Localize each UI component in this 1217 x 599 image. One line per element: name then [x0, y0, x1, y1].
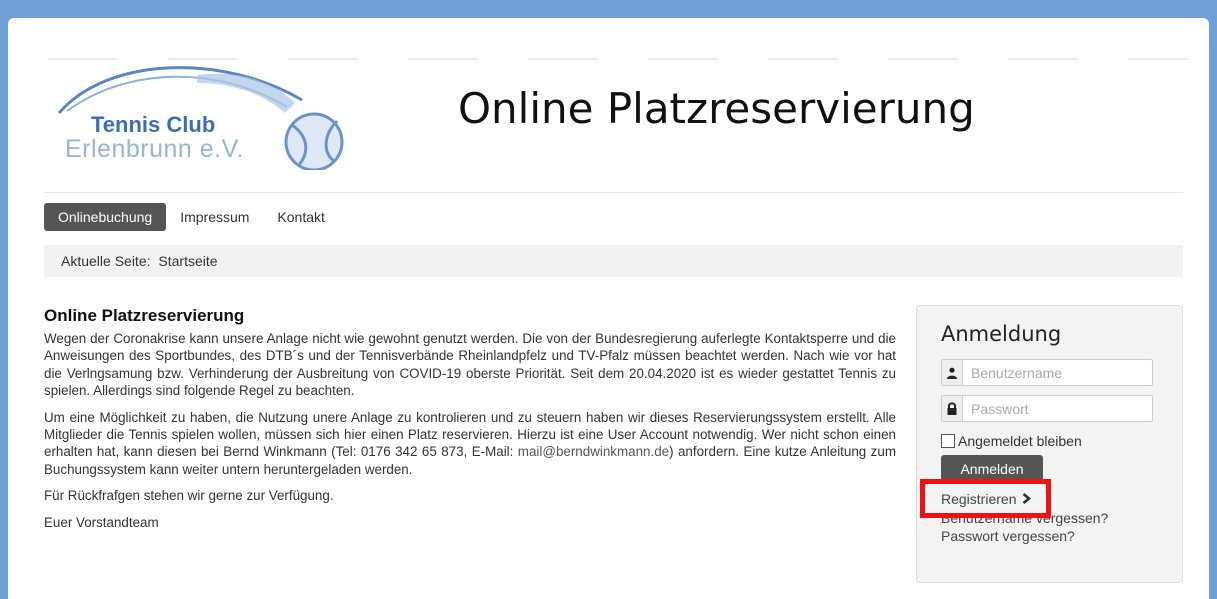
- login-panel: Anmeldung Angemeldet bleiben Anmelden Re…: [916, 305, 1183, 583]
- main-nav: Onlinebuchung Impressum Kontakt: [44, 203, 339, 231]
- email-link[interactable]: mail@berndwinkmann.de: [518, 444, 669, 459]
- user-icon: [942, 360, 963, 385]
- register-link[interactable]: Registrieren: [941, 491, 1032, 507]
- nav-onlinebuchung[interactable]: Onlinebuchung: [44, 203, 167, 231]
- lock-icon: [942, 396, 963, 421]
- forgot-username-link[interactable]: Benutzername vergessen?: [941, 510, 1108, 526]
- paragraph-signature: Euer Vorstandteam: [44, 514, 159, 530]
- login-button[interactable]: Anmelden: [941, 455, 1043, 483]
- breadcrumb: Aktuelle Seite: Startseite: [44, 245, 1183, 277]
- breadcrumb-current: Startseite: [158, 253, 218, 269]
- page-title: Online Platzreservierung: [458, 84, 975, 133]
- register-label[interactable]: Registrieren: [941, 491, 1016, 507]
- remember-row: Angemeldet bleiben: [941, 433, 1082, 449]
- club-logo[interactable]: Tennis Club Erlenbrunn e.V.: [47, 55, 357, 170]
- remember-checkbox[interactable]: [941, 434, 955, 448]
- main-content: Online Platzreservierung Wegen der Coron…: [44, 306, 896, 540]
- content-heading: Online Platzreservierung: [44, 306, 245, 325]
- chevron-right-icon: [1022, 491, 1032, 507]
- paragraph-reservation: Um eine Möglichkeit zu haben, die Nutzun…: [44, 409, 896, 479]
- paragraph-questions: Für Rückfrafgen stehen wir gerne zur Ver…: [44, 488, 334, 504]
- username-group: [941, 359, 1153, 386]
- remember-label[interactable]: Angemeldet bleiben: [958, 433, 1082, 449]
- header-divider: [44, 192, 1183, 193]
- logo-line2: Erlenbrunn e.V.: [65, 135, 244, 163]
- password-input[interactable]: [963, 396, 1152, 421]
- nav-impressum[interactable]: Impressum: [166, 203, 263, 231]
- nav-kontakt[interactable]: Kontakt: [263, 203, 338, 231]
- password-group: [941, 395, 1153, 422]
- paragraph-corona: Wegen der Coronakrise kann unsere Anlage…: [44, 331, 896, 399]
- username-input[interactable]: [963, 360, 1152, 385]
- forgot-password-link[interactable]: Passwort vergessen?: [941, 528, 1075, 544]
- login-title: Anmeldung: [941, 322, 1062, 346]
- breadcrumb-label: Aktuelle Seite:: [61, 253, 151, 269]
